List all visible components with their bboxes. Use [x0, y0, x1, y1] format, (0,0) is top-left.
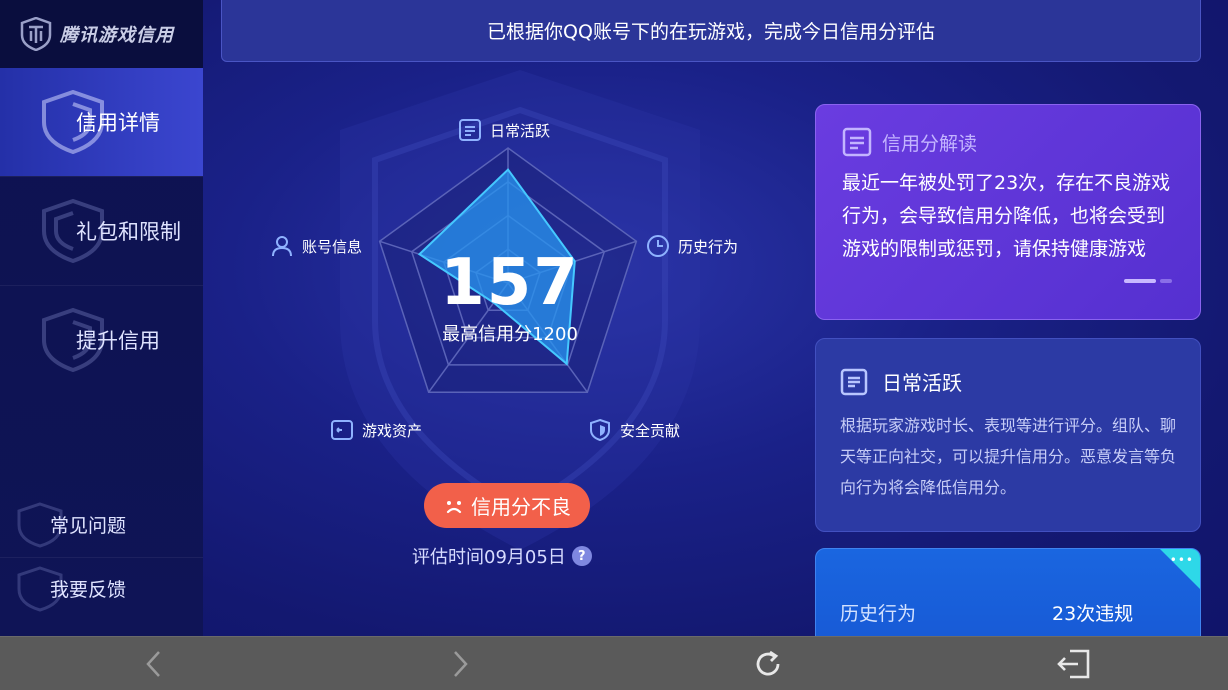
axis-label-daily-activity[interactable]: 日常活跃	[458, 118, 550, 142]
axis-label-text: 历史行为	[678, 237, 739, 256]
sidebar-item-feedback[interactable]: 我要反馈	[0, 556, 203, 620]
axis-label-text: 日常活跃	[490, 121, 551, 140]
sidebar-item-credit-details[interactable]: 信用详情	[0, 68, 203, 176]
credit-radar-chart: 日常活跃 历史行为 安全贡献 游戏资产 账号信息 157 最高信用分1200	[250, 100, 780, 500]
sidebar-item-label: 信用详情	[76, 111, 160, 135]
document-icon	[842, 127, 872, 157]
card-title: 信用分解读	[842, 127, 1174, 157]
banner-text: 已根据你QQ账号下的在玩游戏，完成今日信用分评估	[487, 21, 935, 43]
sidebar-item-label: 提升信用	[76, 329, 160, 353]
clock-icon	[647, 235, 669, 257]
max-score-label: 最高信用分1200	[442, 324, 578, 345]
daily-activity-card[interactable]: 日常活跃 根据玩家游戏时长、表现等进行评分。组队、聊天等正向社交，可以提升信用分…	[815, 338, 1201, 532]
sidebar-item-improve-credit[interactable]: 提升信用	[0, 286, 203, 394]
history-row: 历史行为 23次违规	[840, 599, 1140, 626]
back-button[interactable]	[136, 647, 172, 681]
browser-toolbar	[0, 636, 1228, 690]
user-icon	[272, 236, 292, 257]
list-icon	[459, 119, 481, 141]
status-label: 信用分不良	[471, 495, 571, 519]
axis-label-account[interactable]: 账号信息	[270, 234, 362, 258]
wallet-icon	[331, 420, 353, 440]
carousel-pager	[1120, 279, 1172, 283]
card-title: 日常活跃	[840, 367, 1176, 396]
brand-logo-icon	[20, 17, 52, 51]
refresh-icon	[756, 650, 780, 676]
sidebar-item-label: 我要反馈	[50, 578, 127, 601]
evaluation-time-text: 评估时间09月05日	[412, 547, 566, 568]
brand: 腾讯游戏信用	[0, 0, 203, 68]
axis-label-text: 安全贡献	[620, 421, 681, 440]
axis-label-text: 账号信息	[302, 237, 363, 256]
sidebar-item-label: 常见问题	[50, 514, 127, 537]
brand-name: 腾讯游戏信用	[60, 25, 174, 46]
credit-score: 157	[440, 246, 580, 320]
forward-button[interactable]	[442, 647, 478, 681]
chevron-right-icon	[454, 651, 468, 677]
evaluation-time: 评估时间09月05日 ?	[412, 543, 592, 569]
chevron-left-icon	[146, 651, 160, 677]
exit-icon	[1057, 649, 1090, 679]
sidebar-item-faq[interactable]: 常见问题	[0, 492, 203, 556]
sidebar-item-gifts-limits[interactable]: 礼包和限制	[0, 177, 203, 285]
sidebar-item-label: 礼包和限制	[76, 220, 181, 244]
axis-label-text: 游戏资产	[362, 421, 423, 440]
axis-label-assets[interactable]: 游戏资产	[330, 418, 422, 442]
exit-button[interactable]	[1056, 647, 1092, 681]
refresh-button[interactable]	[750, 647, 786, 681]
help-icon[interactable]: ?	[571, 546, 592, 566]
shield-icon	[590, 418, 610, 442]
credit-status-badge[interactable]: 信用分不良	[424, 483, 590, 528]
credit-interpretation-card[interactable]: 信用分解读 最近一年被处罚了23次，存在不良游戏行为，会导致信用分降低，也将会受…	[815, 104, 1201, 320]
card-body: 最近一年被处罚了23次，存在不良游戏行为，会导致信用分降低，也将会受到游戏的限制…	[842, 172, 1171, 260]
sidebar: 腾讯游戏信用 信用详情 礼包和限制 提升信用 常见问题 我要反馈	[0, 0, 203, 636]
card-body: 根据玩家游戏时长、表现等进行评分。组队、聊天等正向社交，可以提升信用分。恶意发言…	[840, 416, 1177, 497]
history-behavior-card[interactable]: ••• 历史行为 23次违规	[815, 548, 1201, 636]
card-title-text: 日常活跃	[882, 371, 962, 395]
axis-label-history[interactable]: 历史行为	[646, 234, 738, 258]
axis-label-security[interactable]: 安全贡献	[588, 418, 680, 442]
more-icon[interactable]: •••	[1170, 554, 1194, 566]
history-key: 历史行为	[840, 603, 917, 625]
sad-face-icon	[446, 500, 462, 513]
pager-dot	[1160, 279, 1172, 283]
history-value: 23次违规	[1052, 603, 1134, 625]
card-title-text: 信用分解读	[882, 132, 978, 155]
list-icon	[840, 368, 868, 395]
pager-dot-active	[1124, 279, 1156, 283]
evaluation-banner: 已根据你QQ账号下的在玩游戏，完成今日信用分评估	[221, 0, 1201, 62]
app-window: 腾讯游戏信用 信用详情 礼包和限制 提升信用 常见问题 我要反馈 已根据你QQ账…	[0, 0, 1228, 636]
